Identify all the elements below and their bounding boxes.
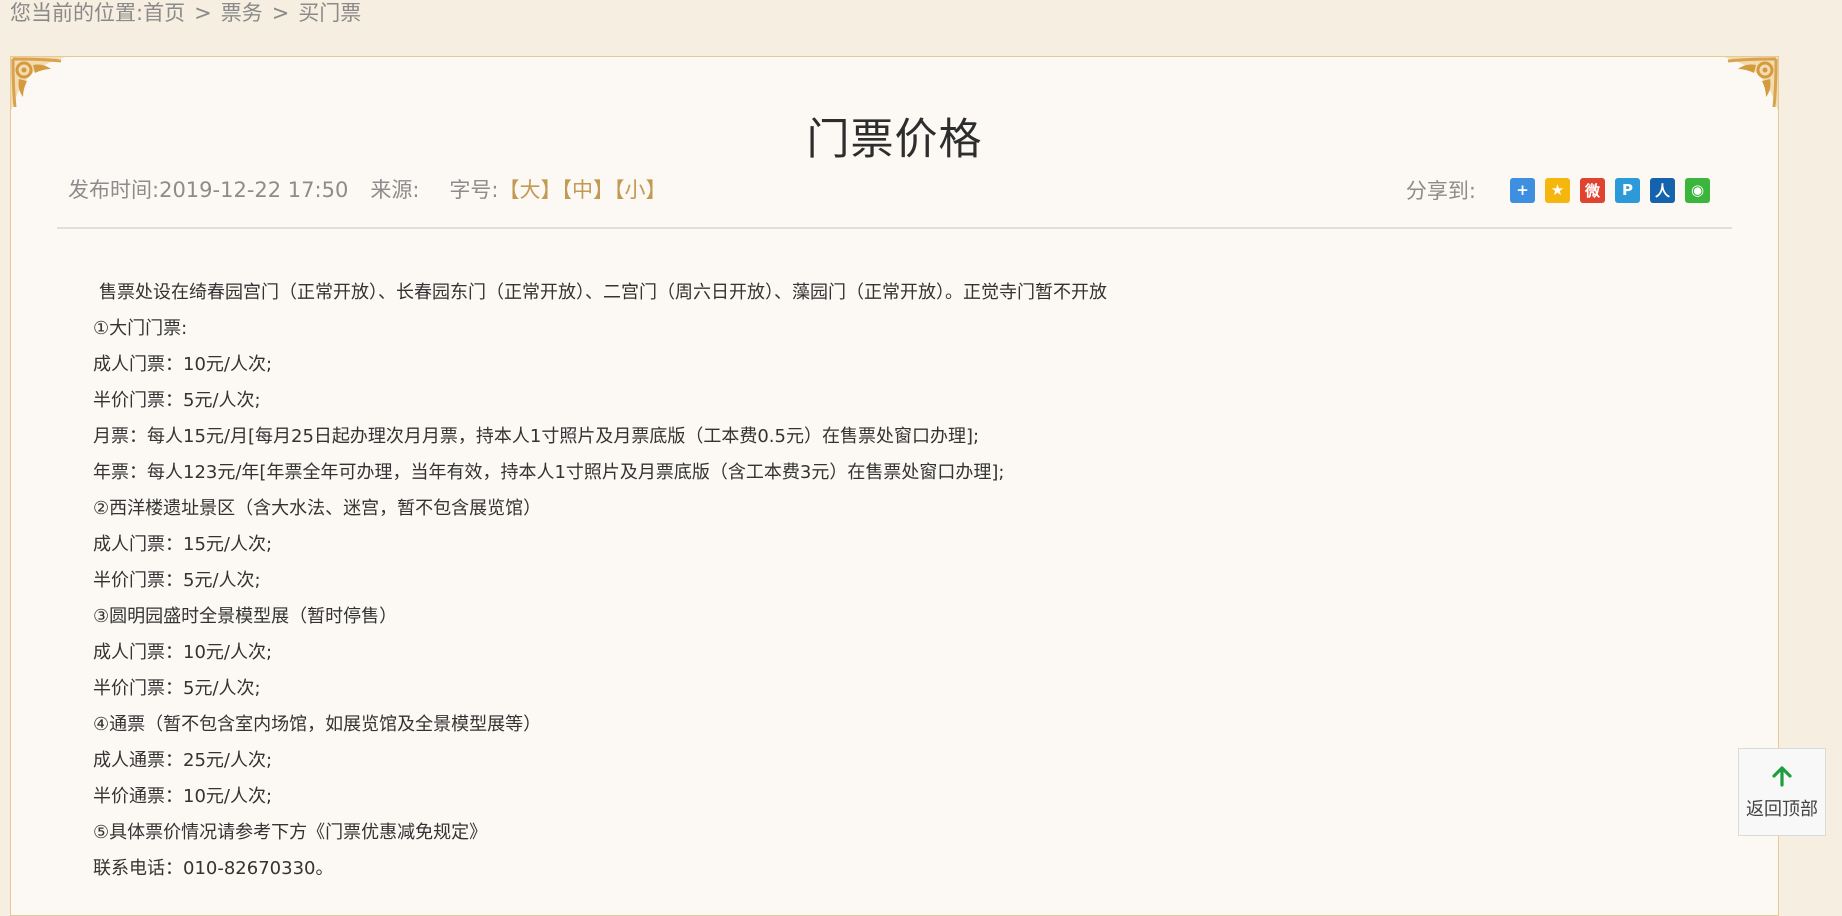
content-line: 成人门票：10元/人次;	[93, 642, 273, 663]
content-line: 半价门票：5元/人次;	[93, 678, 261, 699]
weibo-icon[interactable]: 微	[1580, 177, 1605, 203]
content-line: ②西洋楼遗址景区（含大水法、迷宫，暂不包含展览馆）	[93, 498, 542, 519]
font-size-small-button[interactable]: 【小】	[614, 178, 667, 202]
article-meta: 发布时间:2019-12-22 17:50 来源: 字号:【大】【中】【小】	[68, 175, 666, 205]
font-size-large-button[interactable]: 【大】	[498, 178, 561, 202]
content-line: 成人门票：15元/人次;	[93, 534, 273, 555]
content-line: ⑤具体票价情况请参考下方《门票优惠减免规定》	[93, 822, 488, 843]
breadcrumb-tickets[interactable]: 票务	[221, 1, 263, 25]
content-line: 半价通票：10元/人次;	[93, 786, 273, 807]
renren-icon[interactable]: 人	[1650, 177, 1675, 203]
breadcrumb-prefix: 您当前的位置:	[10, 1, 144, 25]
content-line: 联系电话：010-82670330。	[93, 858, 334, 879]
wechat-icon[interactable]: ◉	[1685, 177, 1710, 203]
breadcrumb-home[interactable]: 首页	[143, 1, 185, 25]
back-to-top-button[interactable]: 返回顶部	[1738, 748, 1826, 836]
breadcrumb-separator: >	[271, 1, 290, 25]
article-title: 门票价格	[806, 115, 983, 165]
breadcrumb-buy-tickets[interactable]: 买门票	[298, 1, 361, 25]
qzone-icon[interactable]: ★	[1545, 177, 1570, 203]
share-bar: 分享到: + ★ 微 P 人 ◉	[1406, 174, 1710, 206]
content-line: 年票：每人123元/年[年票全年可办理，当年有效，持本人1寸照片及月票底版（含工…	[93, 462, 1005, 483]
article-content: 售票处设在绮春园宫门（正常开放）、长春园东门（正常开放）、二宫门（周六日开放）、…	[93, 275, 1493, 887]
share-label: 分享到:	[1405, 179, 1476, 203]
content-line: ③圆明园盛时全景模型展（暂时停售）	[93, 606, 398, 627]
content-line: ④通票（暂不包含室内场馆，如展览馆及全景模型展等）	[93, 714, 542, 735]
breadcrumb-separator: >	[194, 1, 212, 25]
breadcrumb: 您当前的位置:首页 > 票务 > 买门票	[10, 0, 361, 26]
content-line: 月票：每人15元/月[每月25日起办理次月月票，持本人1寸照片及月票底版（工本费…	[93, 426, 980, 447]
content-line: 售票处设在绮春园宫门（正常开放）、长春园东门（正常开放）、二宫门（周六日开放）、…	[99, 282, 1107, 303]
content-line: 半价门票：5元/人次;	[93, 570, 261, 591]
publish-time: 2019-12-22 17:50	[159, 178, 349, 202]
tencent-weibo-icon[interactable]: P	[1615, 177, 1640, 203]
font-size-label: 字号:	[449, 178, 499, 202]
content-line: 成人门票：10元/人次;	[93, 354, 273, 375]
back-to-top-label: 返回顶部	[1746, 799, 1818, 820]
corner-ornament-icon	[1724, 57, 1778, 111]
publish-label: 发布时间:	[68, 178, 160, 202]
divider	[57, 227, 1732, 229]
source-label: 来源:	[370, 178, 420, 202]
arrow-up-icon	[1772, 766, 1792, 787]
corner-ornament-icon	[11, 57, 65, 111]
article-panel: 门票价格 发布时间:2019-12-22 17:50 来源: 字号:【大】【中】【小…	[10, 56, 1779, 916]
share-more-icon[interactable]: +	[1510, 177, 1535, 203]
content-line: 成人通票：25元/人次;	[93, 750, 273, 771]
content-line: ①大门门票:	[93, 318, 188, 339]
font-size-medium-button[interactable]: 【中】	[561, 178, 614, 202]
content-line: 半价门票：5元/人次;	[93, 390, 261, 411]
